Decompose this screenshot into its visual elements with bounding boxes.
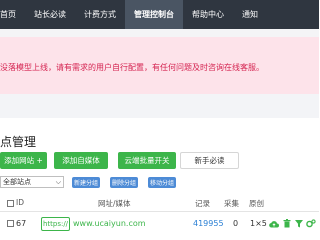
site-link[interactable]: www.ucaiyun.com	[73, 219, 146, 228]
table-header: ID 网址/媒体 记录 采集 原创	[0, 197, 319, 211]
add-media-button[interactable]: 添加自媒体	[54, 152, 108, 169]
collect-count: 0	[233, 219, 239, 228]
delete-group-button[interactable]: 删除分组	[110, 177, 138, 188]
nav-item-notice[interactable]: 通知	[233, 0, 267, 29]
top-nav: 首页 站长必读 计费方式 管理控制台 帮助中心 通知	[0, 0, 319, 29]
cloud-upload-icon[interactable]	[268, 218, 279, 229]
filter-icon[interactable]	[293, 218, 304, 229]
table-divider	[0, 211, 319, 212]
cloud-bulk-toggle-button[interactable]: 云端批量开关	[118, 152, 176, 169]
trash-icon[interactable]	[281, 218, 292, 229]
table-row: 67 https:// www.ucaiyun.com 419955 0 1×5	[0, 214, 319, 236]
notice-text: 没落模型上线，请有需求的用户自行配置，有任何问题及时咨询在线客服。	[0, 63, 264, 72]
nav-item-billing[interactable]: 计费方式	[75, 0, 125, 29]
newbie-guide-button[interactable]: 新手必读	[180, 152, 239, 169]
nav-item-must-read[interactable]: 站长必读	[25, 0, 75, 29]
column-id: ID	[16, 198, 24, 207]
nav-item-help[interactable]: 帮助中心	[183, 0, 233, 29]
row-checkbox[interactable]	[7, 220, 14, 227]
settings-icon[interactable]	[305, 218, 316, 229]
column-rule: 原创	[249, 199, 264, 208]
nav-item-home[interactable]: 首页	[0, 0, 25, 29]
chevron-down-icon: ⌵	[55, 178, 61, 186]
column-site: 网址/媒体	[98, 199, 131, 208]
records-count[interactable]: 419955	[193, 219, 224, 228]
page-header-strip	[0, 29, 319, 37]
rule-value: 1×5	[250, 219, 267, 228]
site-group-select[interactable]: 全部站点 ⌵	[0, 176, 64, 188]
column-records: 记录	[195, 199, 210, 208]
protocol-badge: https://	[41, 217, 70, 231]
move-group-button[interactable]: 移动分组	[148, 177, 176, 188]
add-site-button[interactable]: 添加网站 +	[0, 152, 47, 169]
select-all-checkbox[interactable]	[7, 200, 14, 207]
notice-banner: 没落模型上线，请有需求的用户自行配置，有任何问题及时咨询在线客服。	[0, 37, 319, 94]
site-group-select-value: 全部站点	[3, 178, 31, 186]
column-collect: 采集	[224, 199, 239, 208]
row-id: 67	[16, 219, 27, 228]
page-title: 点管理	[0, 135, 37, 149]
nav-item-console[interactable]: 管理控制台	[125, 0, 183, 29]
new-group-button[interactable]: 新建分组	[72, 177, 100, 188]
